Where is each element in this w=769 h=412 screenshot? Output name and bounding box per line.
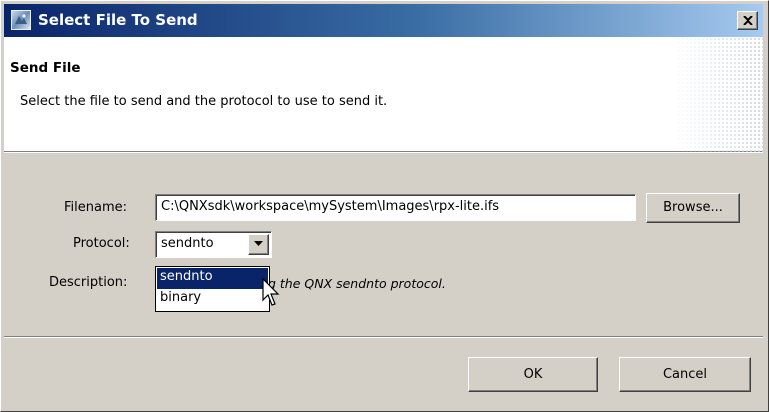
cancel-button[interactable]: Cancel bbox=[619, 357, 751, 392]
protocol-dropdown-list: sendnto binary bbox=[155, 266, 270, 312]
description-label: Description: bbox=[49, 275, 128, 290]
header-title: Send File bbox=[10, 60, 81, 76]
protocol-label: Protocol: bbox=[73, 236, 130, 251]
chevron-down-icon bbox=[254, 241, 263, 246]
protocol-option-binary[interactable]: binary bbox=[157, 289, 268, 310]
protocol-option-sendnto[interactable]: sendnto bbox=[157, 268, 268, 289]
mouse-cursor-icon bbox=[262, 278, 280, 306]
header-decoration bbox=[673, 37, 763, 152]
protocol-select[interactable]: sendnto bbox=[155, 231, 272, 258]
dropdown-button[interactable] bbox=[248, 234, 269, 255]
protocol-value: sendnto bbox=[161, 236, 214, 251]
filename-field[interactable]: C:\QNXsdk\workspace\mySystem\Images\rpx-… bbox=[155, 194, 636, 221]
title-bar[interactable]: Select File To Send bbox=[4, 4, 763, 37]
browse-button[interactable]: Browse... bbox=[646, 193, 740, 223]
header-description: Select the file to send and the protocol… bbox=[20, 94, 388, 109]
close-button[interactable] bbox=[737, 11, 758, 30]
close-icon bbox=[743, 16, 753, 25]
app-icon bbox=[11, 10, 31, 30]
footer-separator bbox=[4, 336, 763, 338]
dialog-header: Send File Select the file to send and th… bbox=[4, 37, 763, 152]
window-title: Select File To Send bbox=[38, 11, 198, 29]
filename-label: Filename: bbox=[64, 200, 128, 215]
select-file-dialog: Select File To Send Send File Select the… bbox=[0, 0, 769, 412]
ok-button[interactable]: OK bbox=[468, 357, 598, 392]
header-separator bbox=[4, 152, 763, 153]
